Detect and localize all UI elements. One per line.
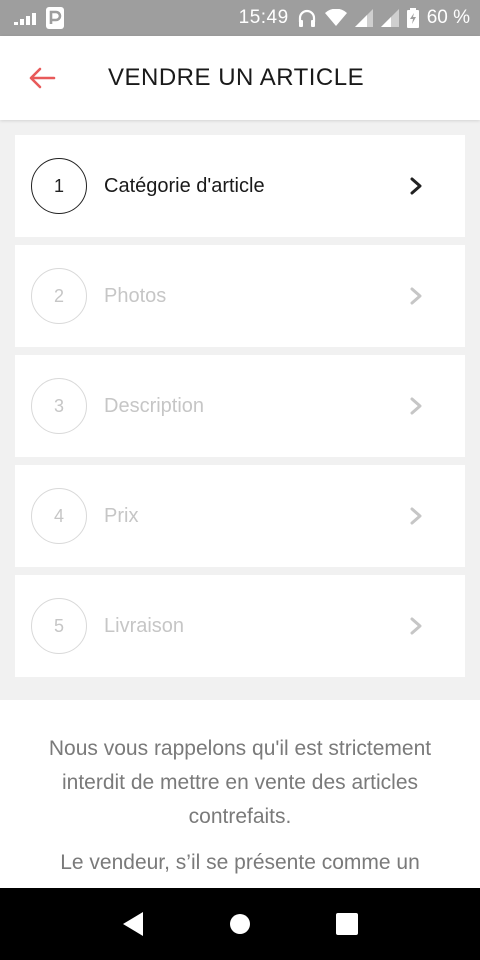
notice-paragraph: Le vendeur, s’il se présente comme un [60, 851, 420, 874]
step-label: Prix [104, 504, 139, 527]
system-nav-bar [0, 888, 480, 960]
chevron-right-icon [410, 287, 422, 305]
app-bar: VENDRE UN ARTICLE [0, 36, 480, 120]
status-bar: 15:49 60 % [0, 0, 480, 36]
step-label: Description [104, 394, 205, 417]
wifi-icon [324, 9, 347, 27]
headset-icon [297, 8, 317, 28]
notice-paragraph: Nous vous rappelons qu'il est strictemen… [48, 737, 432, 828]
step-price[interactable]: 4 Prix [15, 465, 465, 567]
deezer-icon [14, 11, 36, 25]
chevron-right-icon [410, 177, 422, 195]
step-number-badge: 3 [31, 378, 87, 434]
step-label: Livraison [104, 614, 185, 637]
step-number-badge: 2 [31, 268, 87, 324]
signal-icon [354, 9, 373, 27]
page-title: VENDRE UN ARTICLE [108, 64, 365, 91]
step-number-badge: 1 [31, 158, 87, 214]
sell-steps-list: 1 Catégorie d'article 2 Photos 3 Descrip… [15, 135, 465, 685]
nav-recents-button[interactable] [327, 904, 367, 944]
chevron-right-icon [410, 507, 422, 525]
back-triangle-icon [123, 912, 144, 936]
step-number-badge: 5 [31, 598, 87, 654]
signal-icon [380, 9, 399, 27]
status-right: 15:49 60 % [239, 7, 470, 29]
chevron-right-icon [410, 397, 422, 415]
arrow-left-icon [28, 67, 56, 89]
status-left [14, 7, 64, 29]
home-circle-icon [229, 914, 250, 934]
step-delivery[interactable]: 5 Livraison [15, 575, 465, 677]
nav-back-button[interactable] [113, 904, 153, 944]
back-button[interactable] [0, 36, 84, 120]
chevron-right-icon [410, 617, 422, 635]
parking-icon [46, 7, 64, 29]
step-label: Catégorie d'article [104, 174, 265, 197]
step-description[interactable]: 3 Description [15, 355, 465, 457]
step-category[interactable]: 1 Catégorie d'article [15, 135, 465, 237]
nav-home-button[interactable] [220, 904, 260, 944]
counterfeit-notice: Nous vous rappelons qu'il est strictemen… [0, 700, 480, 888]
battery-percentage: 60 % [426, 7, 470, 28]
battery-icon [406, 8, 419, 28]
recents-square-icon [335, 913, 358, 935]
step-number-badge: 4 [31, 488, 87, 544]
step-photos[interactable]: 2 Photos [15, 245, 465, 347]
step-label: Photos [104, 284, 167, 307]
status-time: 15:49 [238, 7, 289, 28]
